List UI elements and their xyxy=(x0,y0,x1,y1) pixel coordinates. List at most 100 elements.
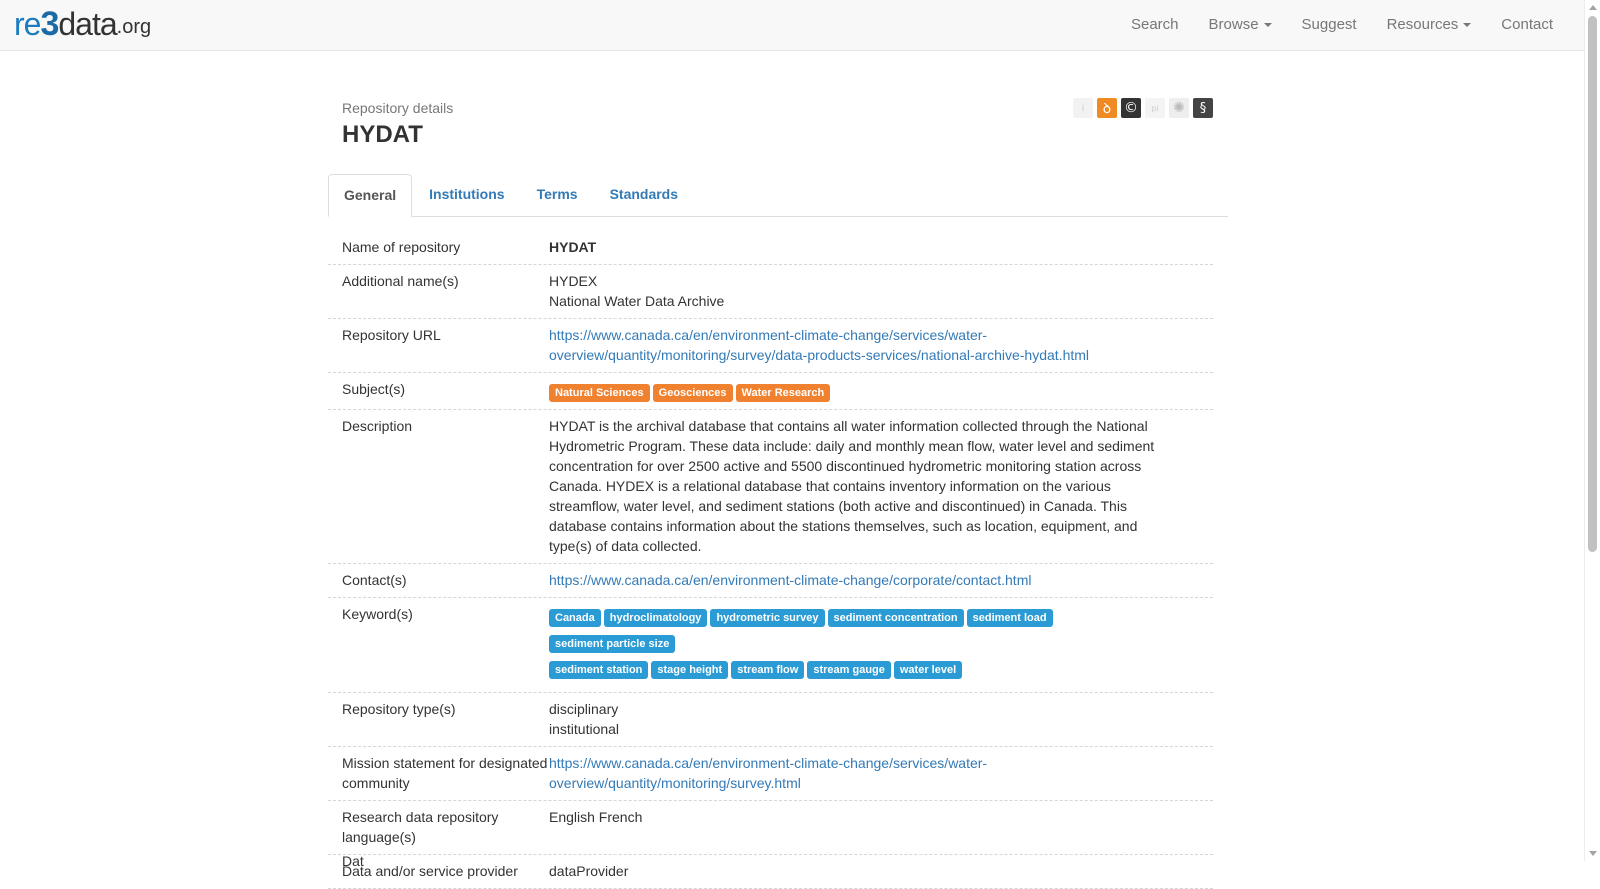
nav-contact-link[interactable]: Contact xyxy=(1486,0,1568,50)
detail-label: Contact(s) xyxy=(342,572,407,588)
detail-label-line: Research data repository xyxy=(342,809,499,825)
keyword-tag[interactable]: hydroclimatology xyxy=(603,609,708,627)
keyword-tag[interactable]: sediment concentration xyxy=(827,609,964,627)
subject-tag[interactable]: Water Research xyxy=(735,384,831,402)
keyword-tag[interactable]: sediment particle size xyxy=(549,635,676,653)
re3data-logo[interactable]: re 3 data .org xyxy=(14,6,151,42)
detail-row-url: Repository URL https://www.canada.ca/en/… xyxy=(328,319,1213,373)
additional-names-value: HYDEX National Water Data Archive xyxy=(549,271,1213,311)
logo-data: data xyxy=(58,6,117,42)
copyright-icon[interactable]: © xyxy=(1121,98,1141,118)
nav-browse-dropdown[interactable]: Browse xyxy=(1194,0,1287,50)
logo-re: re xyxy=(14,6,41,42)
description-line: HYDAT is the archival database that cont… xyxy=(549,418,1148,434)
repository-url-link[interactable]: https://www.canada.ca/en/environment-cli… xyxy=(549,325,1183,345)
caret-down-icon xyxy=(1463,23,1472,28)
tab-terms[interactable]: Terms xyxy=(522,174,593,217)
tab-general[interactable]: General xyxy=(328,174,413,217)
repository-types-value: disciplinary institutional xyxy=(549,699,1213,739)
open-access-icon[interactable]: ꝺ xyxy=(1097,98,1117,118)
subject-tag[interactable]: Geosciences xyxy=(652,384,733,402)
detail-label: Additional name(s) xyxy=(342,273,459,289)
repository-url-link-cont[interactable]: overview/quantity/monitoring/survey/data… xyxy=(549,345,1183,365)
caret-down-icon xyxy=(1263,23,1272,28)
subjects-value: Natural Sciences Geosciences Water Researc… xyxy=(549,379,1213,402)
tab-standards[interactable]: Standards xyxy=(595,174,693,217)
policy-icon[interactable]: § xyxy=(1193,98,1213,118)
detail-label: Subject(s) xyxy=(342,381,406,397)
next-section-heading: Dat xyxy=(342,853,364,869)
certificate-icon[interactable]: ✺ xyxy=(1169,98,1189,118)
mission-value: https://www.canada.ca/en/environment-cli… xyxy=(549,753,1213,793)
repository-name-value: HYDAT xyxy=(549,239,597,255)
additional-name: National Water Data Archive xyxy=(549,293,725,309)
repository-type: institutional xyxy=(549,721,620,737)
contacts-value: https://www.canada.ca/en/environment-cli… xyxy=(549,570,1213,590)
detail-row-description: Description HYDAT is the archival databa… xyxy=(328,410,1213,564)
repository-type: disciplinary xyxy=(549,701,619,717)
nav-resources-label: Resources xyxy=(1386,16,1459,33)
nav-browse-label: Browse xyxy=(1208,16,1259,33)
subject-tag[interactable]: Natural Sciences xyxy=(549,384,650,402)
mission-statement-link-cont[interactable]: overview/quantity/monitoring/survey.html xyxy=(549,773,1183,793)
scroll-thumb[interactable] xyxy=(1588,16,1597,552)
detail-label-line: language(s) xyxy=(342,829,416,845)
detail-row-mission: Mission statement for designated communi… xyxy=(328,747,1213,801)
keyword-tag[interactable]: sediment load xyxy=(966,609,1053,627)
description-line: type(s) of data collected. xyxy=(549,538,702,554)
tab-institutions[interactable]: Institutions xyxy=(414,174,519,217)
detail-row-repository-types: Repository type(s) disciplinary institut… xyxy=(328,693,1213,747)
detail-label: Repository type(s) xyxy=(342,701,456,717)
nav-search-label: Search xyxy=(1130,16,1179,33)
detail-tabs: General Institutions Terms Standards xyxy=(328,174,1228,217)
repository-badges: i ꝺ © pi ✺ § xyxy=(1073,98,1213,118)
description-line: concentration for over 2500 active and 5… xyxy=(549,458,1142,474)
nav-links: Search Browse Suggest Resources Contact xyxy=(1116,0,1568,50)
keyword-tag[interactable]: water level xyxy=(893,661,963,679)
description-value: HYDAT is the archival database that cont… xyxy=(549,416,1213,556)
detail-label: Research data repository language(s) xyxy=(328,807,549,847)
provider-value: dataProvider xyxy=(549,863,629,879)
logo-org: .org xyxy=(116,16,152,38)
description-line: database contains information about the … xyxy=(549,518,1138,534)
additional-name: HYDEX xyxy=(549,273,598,289)
repository-details-table: Name of repository HYDAT Additional name… xyxy=(328,231,1213,889)
top-navbar: re 3 data .org Search Browse Suggest Res… xyxy=(0,0,1584,51)
detail-label: Keyword(s) xyxy=(342,606,413,622)
keyword-tag[interactable]: Canada xyxy=(549,609,601,627)
pid-icon[interactable]: pi xyxy=(1145,98,1165,118)
page-scrollbar[interactable] xyxy=(1584,0,1600,861)
repository-url-value: https://www.canada.ca/en/environment-cli… xyxy=(549,325,1213,365)
keyword-tag[interactable]: sediment station xyxy=(549,661,649,679)
keywords-value: Canada hydroclimatology hydrometric survey… xyxy=(549,604,1213,685)
contact-link[interactable]: https://www.canada.ca/en/environment-cli… xyxy=(549,572,1031,588)
keyword-tag[interactable]: stream flow xyxy=(731,661,805,679)
keyword-tag[interactable]: hydrometric survey xyxy=(710,609,825,627)
detail-row-name: Name of repository HYDAT xyxy=(328,231,1213,265)
nav-contact-label: Contact xyxy=(1501,16,1553,33)
logo-three: 3 xyxy=(40,5,59,43)
description-line: Canada. HYDEX is a relational database t… xyxy=(549,478,1111,494)
nav-search-link[interactable]: Search xyxy=(1116,0,1194,50)
page-title: HYDAT xyxy=(342,121,423,148)
description-line: Hydrometric Program. These data include:… xyxy=(549,438,1155,454)
detail-row-provider: Data and/or service provider dataProvide… xyxy=(328,855,1213,889)
detail-label-line: Mission statement for xyxy=(342,755,476,771)
detail-row-subjects: Subject(s) Natural Sciences Geosciences Wa… xyxy=(328,373,1213,410)
nav-resources-dropdown[interactable]: Resources xyxy=(1372,0,1487,50)
detail-label: Mission statement for designated communi… xyxy=(328,753,549,793)
keyword-tag[interactable]: stream gauge xyxy=(807,661,891,679)
info-icon[interactable]: i xyxy=(1073,98,1093,118)
nav-suggest-link[interactable]: Suggest xyxy=(1287,0,1372,50)
scroll-up-arrow-icon[interactable] xyxy=(1589,5,1597,10)
description-line: streamflow, water level, and sediment st… xyxy=(549,498,1127,514)
scroll-down-arrow-icon[interactable] xyxy=(1589,851,1597,856)
detail-row-keywords: Keyword(s) Canada hydroclimatology hydrome… xyxy=(328,598,1213,693)
detail-row-languages: Research data repository language(s) Eng… xyxy=(328,801,1213,855)
detail-row-additional-names: Additional name(s) HYDEX National Water … xyxy=(328,265,1213,319)
detail-row-contacts: Contact(s) https://www.canada.ca/en/envi… xyxy=(328,564,1213,598)
keyword-tag[interactable]: stage height xyxy=(651,661,729,679)
detail-label: Name of repository xyxy=(342,239,461,255)
detail-label: Repository URL xyxy=(342,327,441,343)
mission-statement-link[interactable]: https://www.canada.ca/en/environment-cli… xyxy=(549,753,1183,773)
